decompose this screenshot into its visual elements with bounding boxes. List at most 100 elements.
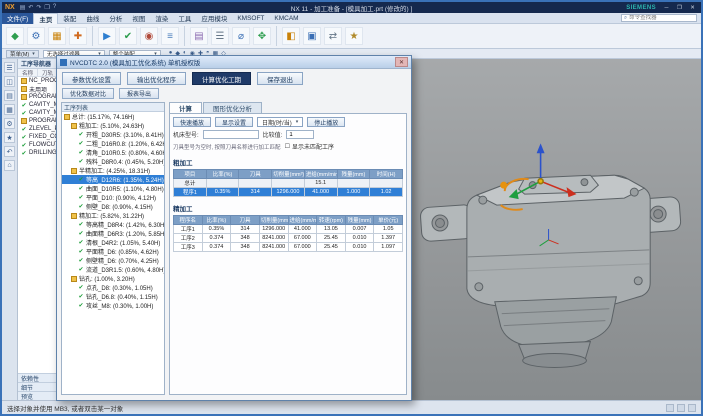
operation-item-label: 等高精_D8R4: (1.42%, 6.30H) [86, 220, 164, 229]
operation-tree-item[interactable]: ✔曲面精_D6R3: (1.20%, 5.85H) [62, 229, 164, 238]
status-icon[interactable] [666, 404, 674, 412]
table-row[interactable]: 程序10.35%3141296.00041.0001.0001.02 [174, 188, 403, 197]
part-navigator-icon[interactable]: ▤ [4, 90, 15, 101]
check-icon: ✔ [78, 177, 84, 183]
ribbon-tab-4[interactable]: 分析 [104, 13, 127, 24]
save-icon[interactable]: ▤ [20, 4, 26, 11]
assembly-navigator-icon[interactable]: ☰ [4, 62, 15, 73]
ribbon-tab-9[interactable]: KMSOFT [232, 13, 269, 24]
operation-navigator-icon[interactable]: ▦ [4, 104, 15, 115]
history-palette-icon[interactable]: ↶ [4, 146, 15, 157]
window-switch-icon[interactable]: ❐ [44, 4, 49, 11]
machine-simulation-icon[interactable]: ◉ [140, 27, 158, 45]
constraint-navigator-icon[interactable]: ◫ [4, 76, 15, 87]
status-icons [666, 404, 696, 412]
table-cell: 1.000 [337, 188, 370, 197]
command-finder[interactable]: ⌕ [621, 14, 697, 22]
reuse-library-icon[interactable]: ★ [4, 132, 15, 143]
operation-tree-item[interactable]: ✔开粗_D30R5: (3.10%, 8.41H) [62, 130, 164, 139]
table-cell: 348 [231, 243, 260, 252]
roles-palette-icon[interactable]: ⌂ [4, 160, 15, 171]
operation-tree-item[interactable]: ✔清根_D4R2: (1.05%, 5.40H) [62, 238, 164, 247]
operation-tree-item[interactable]: 半精加工: (4.25%, 18.31H) [62, 166, 164, 175]
dialog-tab-0[interactable]: 计算 [169, 102, 202, 113]
operation-tree-item[interactable]: ✔二粗_D16R0.8: (1.20%, 6.42H) [62, 139, 164, 148]
operation-tree-item[interactable]: ✔攻丝_M8: (0.30%, 1.00H) [62, 301, 164, 310]
dialog-action-button-1[interactable]: 输出优化程序 [127, 72, 186, 85]
search-input[interactable] [629, 15, 694, 21]
table-cell: 1.05 [374, 225, 403, 234]
operation-tree-item[interactable]: ✔侧壁_D8: (0.90%, 4.15H) [62, 202, 164, 211]
minimize-button[interactable]: ─ [661, 3, 672, 12]
operation-tree-item[interactable]: ✔等高精_D8R4: (1.42%, 6.30H) [62, 220, 164, 229]
operation-tree-item[interactable]: 粗加工: (5.10%, 24.63H) [62, 121, 164, 130]
measure-icon[interactable]: ⌀ [232, 27, 250, 45]
move-component-icon[interactable]: ✥ [253, 27, 271, 45]
create-program-icon[interactable]: ▦ [48, 27, 66, 45]
list-toolpath-icon[interactable]: ☰ [211, 27, 229, 45]
operation-tree-item[interactable]: 精加工: (5.82%, 31.22H) [62, 211, 164, 220]
ribbon-tab-8[interactable]: 应用模块 [196, 13, 232, 24]
post-process-icon[interactable]: ≡ [161, 27, 179, 45]
playback-stop-button[interactable]: 停止播放 [307, 117, 345, 127]
show-hide-icon[interactable]: ◧ [282, 27, 300, 45]
create-tool-icon[interactable]: ⚙ [27, 27, 45, 45]
more-commands-icon[interactable]: ★ [345, 27, 363, 45]
table-cell: 工序2 [174, 234, 203, 243]
ribbon-tab-0[interactable]: 文件(F) [2, 13, 33, 24]
status-icon[interactable] [677, 404, 685, 412]
compare-value-input[interactable] [286, 130, 314, 139]
operation-tree-item[interactable]: ✔侧壁精_D6: (0.70%, 4.25H) [62, 256, 164, 265]
operation-tree-item[interactable]: ✔点孔_D8: (0.30%, 1.05H) [62, 283, 164, 292]
ribbon-tab-5[interactable]: 视图 [127, 13, 150, 24]
shop-doc-icon[interactable]: ▤ [190, 27, 208, 45]
dialog-sub-button-0[interactable]: 优化数据对比 [62, 88, 114, 99]
create-geometry-icon[interactable]: ◆ [6, 27, 24, 45]
help-icon[interactable]: ? [53, 4, 56, 11]
playback-button-1[interactable]: 显示设置 [215, 117, 253, 127]
table-row[interactable]: 工序20.3743488241.00067.00025.450.0101.397 [174, 234, 403, 243]
operation-tree-item[interactable]: ✔清角_D10R0.5: (0.80%, 4.60H) [62, 148, 164, 157]
operation-tree-item[interactable]: ✔平面精_D6: (0.85%, 4.62H) [62, 247, 164, 256]
playback-range-dropdown[interactable]: 日期(时/当)▾ [257, 117, 303, 127]
maximize-button[interactable]: ❐ [674, 3, 685, 12]
operation-tree-item[interactable]: ✔残料_D8R0.4: (0.45%, 5.20H) [62, 157, 164, 166]
machine-tool-navigator-icon[interactable]: ⚙ [4, 118, 15, 129]
menu-button[interactable]: 菜单(M) ▾ [6, 50, 39, 58]
operation-tree-item[interactable]: ✔钻孔_D6.8: (0.40%, 1.15H) [62, 292, 164, 301]
operation-tree-item[interactable]: 总计: (15.17%, 74.16H) [62, 112, 164, 121]
ribbon-tab-3[interactable]: 曲线 [81, 13, 104, 24]
titlebar: NX ▤↶↷❐? NX 11 - 加工准备 - [模具加工.prt (修改的) … [2, 2, 701, 13]
close-button[interactable]: ✕ [687, 3, 698, 12]
status-icon[interactable] [688, 404, 696, 412]
show-unmatched-checkbox[interactable]: ☐ 显示未匹配工序 [285, 142, 334, 151]
dialog-close-button[interactable]: ✕ [395, 57, 408, 67]
dialog-sub-button-1[interactable]: 报表导出 [119, 88, 159, 99]
dialog-tab-1[interactable]: 图形优化分析 [203, 102, 262, 113]
ribbon-tab-10[interactable]: KMCAM [269, 13, 303, 24]
table-row[interactable]: 总计15.1 [174, 179, 403, 188]
verify-toolpath-icon[interactable]: ✔ [119, 27, 137, 45]
dialog-action-button-3[interactable]: 保存退出 [257, 72, 303, 85]
machine-model-input[interactable] [203, 130, 259, 139]
dialog-action-button-0[interactable]: 参数优化设置 [62, 72, 121, 85]
generate-toolpath-icon[interactable]: ▶ [98, 27, 116, 45]
layer-settings-icon[interactable]: ▣ [303, 27, 321, 45]
operation-tree-item[interactable]: ✔流道_D3R1.5: (0.60%, 4.80H) [62, 265, 164, 274]
ribbon-tab-1[interactable]: 主页 [33, 13, 58, 24]
redo-icon[interactable]: ↷ [36, 4, 41, 11]
ribbon-tab-2[interactable]: 装配 [58, 13, 81, 24]
undo-icon[interactable]: ↶ [28, 4, 33, 11]
operation-tree-item[interactable]: ✔曲面_D10R5: (1.10%, 4.80H) [62, 184, 164, 193]
operation-tree-item[interactable]: ✔平面_D10: (0.90%, 4.12H) [62, 193, 164, 202]
ribbon-tab-6[interactable]: 渲染 [150, 13, 173, 24]
operation-tree-item[interactable]: 钻孔: (1.00%, 3.20H) [62, 274, 164, 283]
dialog-action-button-2[interactable]: 计算优化工期 [192, 72, 251, 85]
create-operation-icon[interactable]: ✚ [69, 27, 87, 45]
table-row[interactable]: 工序30.3743488241.00067.00025.450.0101.097 [174, 243, 403, 252]
swap-view-icon[interactable]: ⇄ [324, 27, 342, 45]
operation-tree-item[interactable]: ✔等高_D12R6: (1.35%, 5.24H) [62, 175, 164, 184]
table-row[interactable]: 工序10.35%3141296.00041.00013.050.0071.05 [174, 225, 403, 234]
ribbon-tab-7[interactable]: 工具 [173, 13, 196, 24]
playback-button-0[interactable]: 快速播放 [173, 117, 211, 127]
